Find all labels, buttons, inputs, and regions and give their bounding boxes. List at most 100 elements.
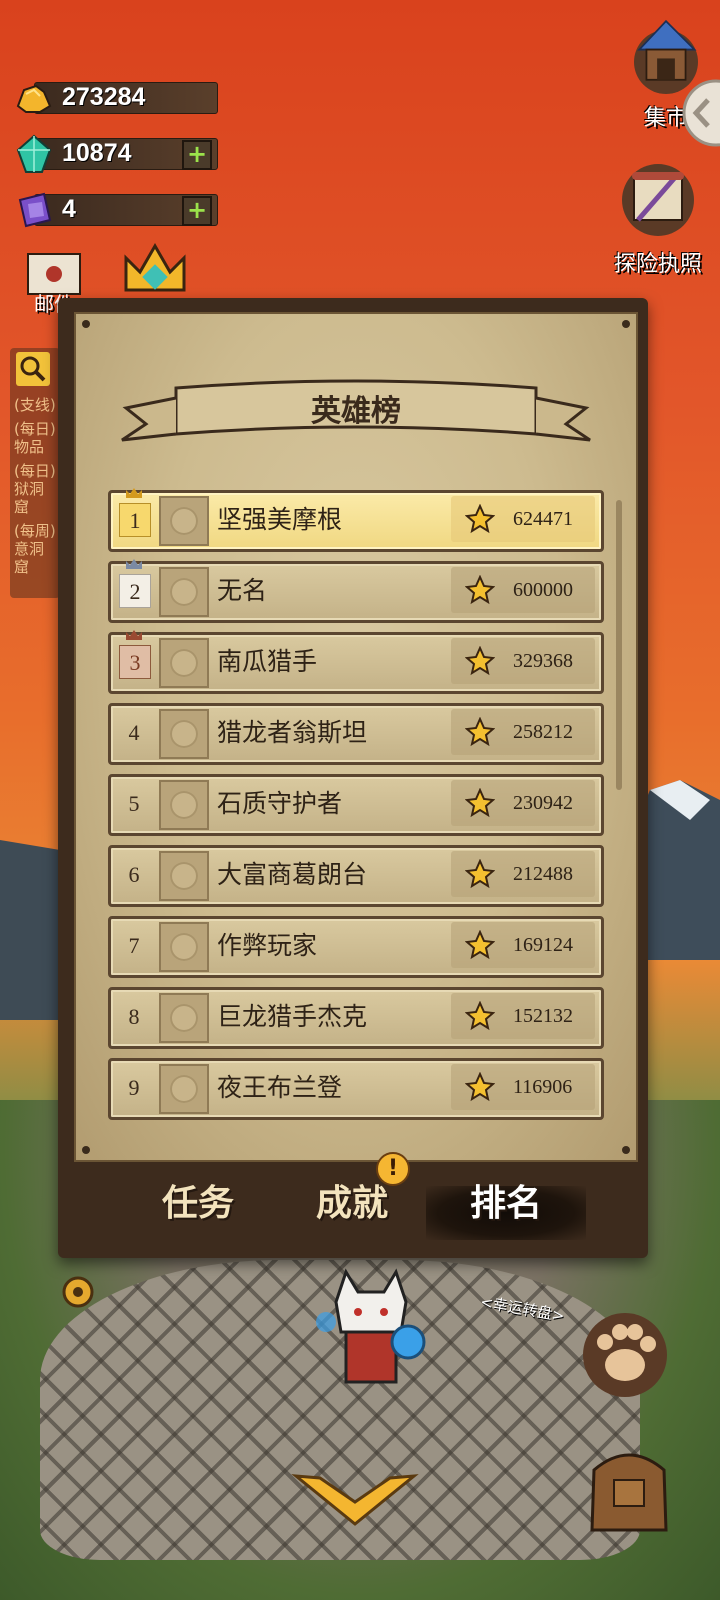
avatar	[159, 709, 209, 759]
title-banner: 英雄榜	[121, 368, 591, 452]
score-box: 116906	[451, 1064, 595, 1110]
alert-badge-icon: !	[376, 1152, 410, 1186]
quest-list[interactable]: (支线) (每日)物品 (每日)狱洞窟 (每周)意洞窟	[10, 348, 60, 598]
tab-achievements-label: 成就	[315, 1183, 388, 1224]
bronze-crown-icon	[126, 630, 142, 640]
avatar	[159, 496, 209, 546]
gear-icon[interactable]	[56, 1262, 106, 1322]
leaderboard-row[interactable]: 1 坚强美摩根 624471	[108, 488, 604, 552]
side-arrow-button[interactable]	[672, 78, 720, 148]
avatar	[159, 567, 209, 617]
add-gems-button[interactable]: +	[182, 140, 212, 170]
gold-icon	[16, 84, 52, 113]
crown-button[interactable]	[120, 240, 190, 300]
gem-value: 10874	[62, 139, 132, 167]
license-button[interactable]: 探险执照	[614, 160, 702, 278]
crystal-counter: 4 +	[14, 190, 218, 228]
score-box: 230942	[451, 780, 595, 826]
score-value: 258212	[513, 721, 573, 743]
leaderboard-paper: 英雄榜 1 坚强美摩根 624471 2 无名 600000 3 南瓜猎手 32…	[74, 312, 638, 1162]
gold-counter: 273284	[14, 78, 218, 114]
leaderboard-row[interactable]: 7 作弊玩家 169124	[108, 916, 604, 978]
avatar	[159, 993, 209, 1043]
avatar	[159, 851, 209, 901]
rank-number: 7	[128, 933, 140, 958]
score-box: 152132	[451, 993, 595, 1039]
leaderboard-row[interactable]: 4 猎龙者翁斯坦 258212	[108, 703, 604, 765]
tab-tasks[interactable]: 任务	[128, 1174, 268, 1226]
star-icon	[465, 1001, 495, 1031]
player-name: 作弊玩家	[217, 931, 318, 960]
avatar	[159, 638, 209, 688]
leaderboard-row[interactable]: 6 大富商葛朗台 212488	[108, 845, 604, 907]
fox-mask-hero-icon[interactable]	[296, 1262, 446, 1412]
tab-ranking[interactable]: 排名	[436, 1174, 576, 1226]
license-label: 探险执照	[613, 252, 702, 277]
star-icon	[465, 717, 495, 747]
score-value: 329368	[513, 650, 573, 672]
quest-item[interactable]: (支线)	[14, 396, 56, 414]
star-icon	[465, 575, 495, 605]
star-icon	[465, 646, 495, 676]
player-name: 无名	[217, 576, 268, 605]
score-value: 169124	[513, 934, 573, 956]
quest-item[interactable]: (每周)意洞窟	[14, 522, 56, 576]
leaderboard-row[interactable]: 3 南瓜猎手 329368	[108, 630, 604, 694]
score-value: 152132	[513, 1005, 573, 1027]
score-value: 600000	[513, 579, 573, 601]
leaderboard-panel: 英雄榜 1 坚强美摩根 624471 2 无名 600000 3 南瓜猎手 32…	[58, 298, 648, 1258]
player-name: 大富商葛朗台	[217, 860, 368, 889]
score-box: 169124	[451, 922, 595, 968]
rank-number: 4	[128, 720, 140, 745]
search-icon[interactable]	[16, 352, 50, 386]
scrollbar[interactable]	[616, 500, 622, 790]
star-icon	[465, 788, 495, 818]
avatar	[159, 922, 209, 972]
score-box: 212488	[451, 851, 595, 897]
scroll-quill-icon	[621, 164, 694, 236]
chevron-down-icon[interactable]	[290, 1470, 420, 1530]
score-box: 624471	[451, 496, 595, 542]
rank-number: 3	[119, 645, 151, 679]
rank-number: 6	[128, 862, 140, 887]
gem-icon	[16, 134, 52, 173]
score-box: 258212	[451, 709, 595, 755]
score-box: 329368	[451, 638, 595, 684]
leaderboard-row[interactable]: 9 夜王布兰登 116906	[108, 1058, 604, 1120]
gold-crown-icon	[126, 488, 142, 498]
gem-counter: 10874 +	[14, 134, 218, 173]
star-icon	[465, 859, 495, 889]
crystal-icon	[18, 192, 52, 228]
player-name: 石质守护者	[217, 789, 343, 818]
score-box: 600000	[451, 567, 595, 613]
player-name: 南瓜猎手	[217, 647, 318, 676]
star-icon	[465, 1072, 495, 1102]
tab-bar: 任务 成就 ! 排名	[58, 1152, 648, 1258]
quest-item[interactable]: (每日)物品	[14, 420, 56, 456]
leaderboard-row[interactable]: 2 无名 600000	[108, 559, 604, 623]
backpack-icon[interactable]	[574, 1430, 684, 1540]
avatar	[159, 780, 209, 830]
star-icon	[465, 930, 495, 960]
quest-item[interactable]: (每日)狱洞窟	[14, 462, 56, 516]
paw-button-icon[interactable]	[580, 1310, 670, 1400]
silver-crown-icon	[126, 559, 142, 569]
leaderboard-row[interactable]: 5 石质守护者 230942	[108, 774, 604, 836]
player-name: 巨龙猎手杰克	[217, 1002, 368, 1031]
score-value: 212488	[513, 863, 573, 885]
player-name: 坚强美摩根	[217, 505, 343, 534]
rank-number: 5	[128, 791, 140, 816]
leaderboard-row[interactable]: 8 巨龙猎手杰克 152132	[108, 987, 604, 1049]
player-name: 夜王布兰登	[217, 1073, 343, 1102]
gold-value: 273284	[62, 83, 146, 111]
score-value: 230942	[513, 792, 573, 814]
mail-button[interactable]: 邮件	[24, 250, 84, 316]
rank-number: 1	[119, 503, 151, 537]
score-value: 116906	[513, 1076, 573, 1098]
crystal-value: 4	[62, 195, 76, 223]
player-name: 猎龙者翁斯坦	[217, 718, 368, 747]
add-crystals-button[interactable]: +	[182, 196, 212, 226]
star-icon	[465, 504, 495, 534]
rank-number: 2	[119, 574, 151, 608]
score-value: 624471	[513, 508, 573, 530]
